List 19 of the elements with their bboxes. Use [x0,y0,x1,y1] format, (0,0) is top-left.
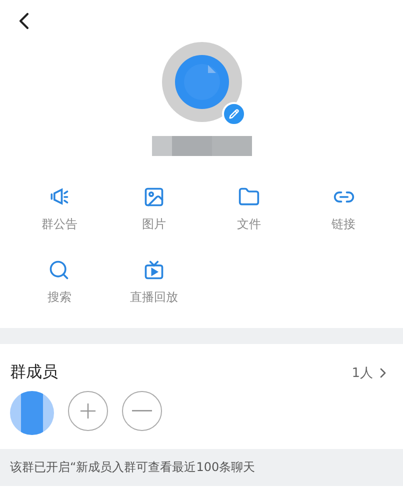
notice-text: 该群已开启“新成员入群可查看最近100条聊天 [0,449,403,486]
add-member-button[interactable] [68,391,108,431]
feature-item[interactable]: 搜索 [12,259,107,306]
member-count-link[interactable]: 1人 [352,364,391,382]
feature-item[interactable]: 文件 [202,186,296,233]
search-icon [48,259,70,281]
feature-item[interactable]: 群公告 [12,186,107,233]
folder-icon [238,186,260,208]
edit-badge[interactable] [222,102,246,126]
member-avatar[interactable] [10,391,54,435]
section-title: 群成员 [10,362,58,383]
image-icon [143,186,166,208]
minus-icon [132,410,152,412]
pencil-icon [228,109,238,119]
feature-item[interactable]: 图片 [106,186,202,233]
tv-icon [143,259,166,281]
remove-member-button[interactable] [122,391,162,431]
feature-item[interactable]: 链接 [296,186,391,233]
feature-item[interactable]: 直播回放 [106,259,202,306]
